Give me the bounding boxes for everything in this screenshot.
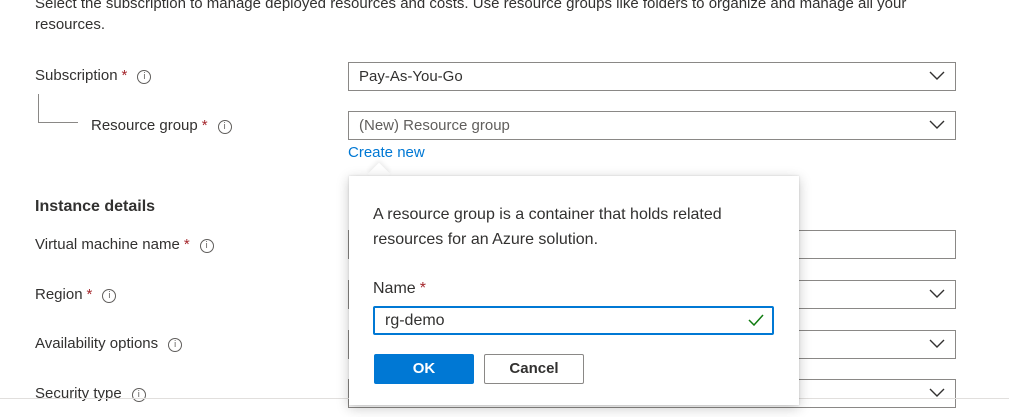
intro-description: Select the subscription to manage deploy… (35, 0, 907, 33)
tree-connector-horizontal (38, 122, 78, 123)
tree-connector-vertical (38, 94, 39, 123)
resource-group-name-input[interactable]: rg-demo (373, 306, 774, 335)
required-marker: * (86, 286, 93, 303)
callout-description: A resource group is a container that hol… (373, 206, 722, 248)
chevron-down-icon (929, 120, 945, 129)
subscription-dropdown[interactable]: Pay-As-You-Go (348, 62, 956, 91)
subscription-label-row: Subscription * i (35, 67, 152, 84)
resource-group-label: Resource group (91, 117, 198, 134)
chevron-down-icon (929, 71, 945, 80)
subscription-value: Pay-As-You-Go (359, 68, 463, 85)
chevron-down-icon (929, 388, 945, 397)
required-marker: * (121, 67, 128, 84)
security-type-label: Security type (35, 385, 122, 402)
info-icon[interactable]: i (137, 70, 152, 84)
info-icon[interactable]: i (102, 289, 117, 303)
chevron-down-icon (929, 289, 945, 298)
name-label-row: Name * (373, 280, 426, 298)
region-label-row: Region * i (35, 286, 117, 303)
info-icon[interactable]: i (168, 338, 183, 352)
info-icon[interactable]: i (217, 120, 232, 134)
subscription-label: Subscription (35, 67, 118, 84)
region-label: Region (35, 286, 83, 303)
callout-beak-cover (365, 176, 395, 188)
resource-group-value: (New) Resource group (359, 117, 510, 134)
ok-button[interactable]: OK (374, 354, 474, 384)
resource-group-label-row: Resource group * i (91, 117, 232, 134)
info-icon[interactable]: i (131, 388, 146, 402)
create-new-link[interactable]: Create new (348, 144, 425, 161)
availability-label: Availability options (35, 335, 159, 352)
availability-label-row: Availability options i (35, 335, 183, 352)
info-icon[interactable]: i (199, 239, 214, 253)
resource-group-dropdown[interactable]: (New) Resource group (348, 111, 956, 140)
chevron-down-icon (929, 339, 945, 348)
cancel-button[interactable]: Cancel (484, 354, 584, 384)
checkmark-icon (748, 314, 764, 326)
required-marker: * (201, 117, 208, 134)
security-type-label-row: Security type i (35, 385, 146, 402)
vm-name-label: Virtual machine name (35, 236, 180, 253)
required-marker: * (419, 280, 426, 297)
name-input-value: rg-demo (385, 312, 445, 329)
required-marker: * (183, 236, 190, 253)
vm-name-label-row: Virtual machine name * i (35, 236, 214, 253)
instance-details-heading: Instance details (35, 198, 156, 215)
name-label: Name (373, 280, 416, 297)
